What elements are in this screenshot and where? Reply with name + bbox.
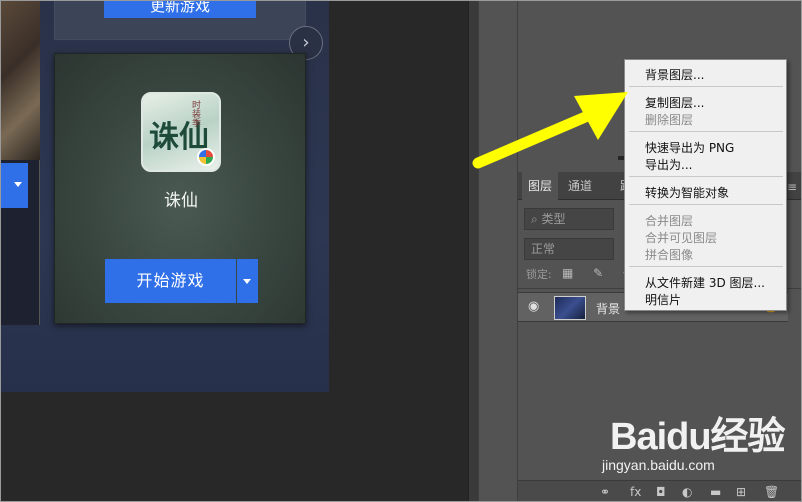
collapsed-panel-dock <box>478 0 518 502</box>
menu-item-background-layer[interactable]: 背景图层... <box>645 66 704 83</box>
left-card-image <box>0 0 40 160</box>
menu-separator <box>629 176 783 177</box>
start-game-dropdown-button[interactable] <box>237 259 258 303</box>
menu-separator <box>629 86 783 87</box>
menu-item-merge-layers[interactable]: 合并图层 <box>645 212 693 229</box>
menu-item-flatten-image[interactable]: 拼合图像 <box>645 246 693 263</box>
menu-separator <box>629 204 783 205</box>
layer-name: 背景 <box>596 302 621 316</box>
blend-mode-select[interactable]: 正常 <box>524 238 614 260</box>
folder-icon[interactable]: ▬ <box>710 485 721 499</box>
search-icon: ⌕ <box>531 212 542 226</box>
menu-item-export-as[interactable]: 导出为... <box>645 156 692 173</box>
new-layer-icon[interactable]: ⊞ <box>736 485 746 499</box>
update-game-button[interactable]: 更新游戏 <box>104 0 256 18</box>
menu-item-new-3d-layer[interactable]: 从文件新建 3D 图层... <box>645 274 765 291</box>
tab-layers[interactable]: 图层 <box>522 172 559 200</box>
document-canvas: 更新游戏 › 诛仙 时装季 诛仙 开始游戏 <box>0 0 329 392</box>
menu-item-convert-smart-object[interactable]: 转换为智能对象 <box>645 184 729 201</box>
adjustment-icon[interactable]: ◐ <box>682 485 692 499</box>
layer-thumbnail <box>554 296 586 320</box>
lock-label: 锁定: <box>526 268 552 281</box>
menu-item-quick-export-png[interactable]: 快速导出为 PNG <box>645 139 734 156</box>
mask-icon[interactable]: ◘ <box>656 485 666 499</box>
menu-item-duplicate-layer[interactable]: 复制图层... <box>645 94 704 111</box>
game-icon: 诛仙 时装季 <box>141 92 221 172</box>
start-game-button[interactable]: 开始游戏 <box>105 259 236 303</box>
game-name: 诛仙 <box>164 191 198 211</box>
watermark-url: jingyan.baidu.com <box>602 457 715 473</box>
eye-icon[interactable]: ◉ <box>528 299 539 314</box>
panel-menu-icon[interactable]: ≡ <box>787 180 797 194</box>
caret-down-icon <box>14 182 22 187</box>
fx-icon[interactable]: fx <box>630 485 641 499</box>
top-game-card: 更新游戏 <box>54 0 306 40</box>
menu-item-delete-layer[interactable]: 删除图层 <box>645 111 693 128</box>
watermark-logo: Baidu经验 <box>610 416 786 458</box>
game-card-zhuxian: 诛仙 时装季 诛仙 开始游戏 <box>54 53 306 324</box>
canvas-area: 更新游戏 › 诛仙 时装季 诛仙 开始游戏 <box>0 0 468 502</box>
baidu-jingyan-watermark: Baidu经验 jingyan.baidu.com <box>600 405 800 485</box>
menu-separator <box>629 266 783 267</box>
layer-context-menu: 背景图层... 复制图层... 删除图层 快速导出为 PNG 导出为... 转换… <box>624 59 787 311</box>
game-badge-icon <box>197 148 215 166</box>
menu-separator <box>629 131 783 132</box>
link-layers-icon[interactable]: ⚭ <box>600 485 610 499</box>
menu-item-merge-visible[interactable]: 合并可见图层 <box>645 229 717 246</box>
menu-item-postcard[interactable]: 明信片 <box>645 291 681 308</box>
layer-filter-select[interactable]: ⌕ 类型 <box>524 208 614 230</box>
filter-label: 类型 <box>541 212 566 226</box>
tab-channels[interactable]: 通道 <box>562 172 598 200</box>
trash-icon[interactable]: 🗑 <box>764 485 779 499</box>
game-icon-tag: 时装季 <box>190 100 200 127</box>
dock-splitter[interactable] <box>468 0 478 502</box>
